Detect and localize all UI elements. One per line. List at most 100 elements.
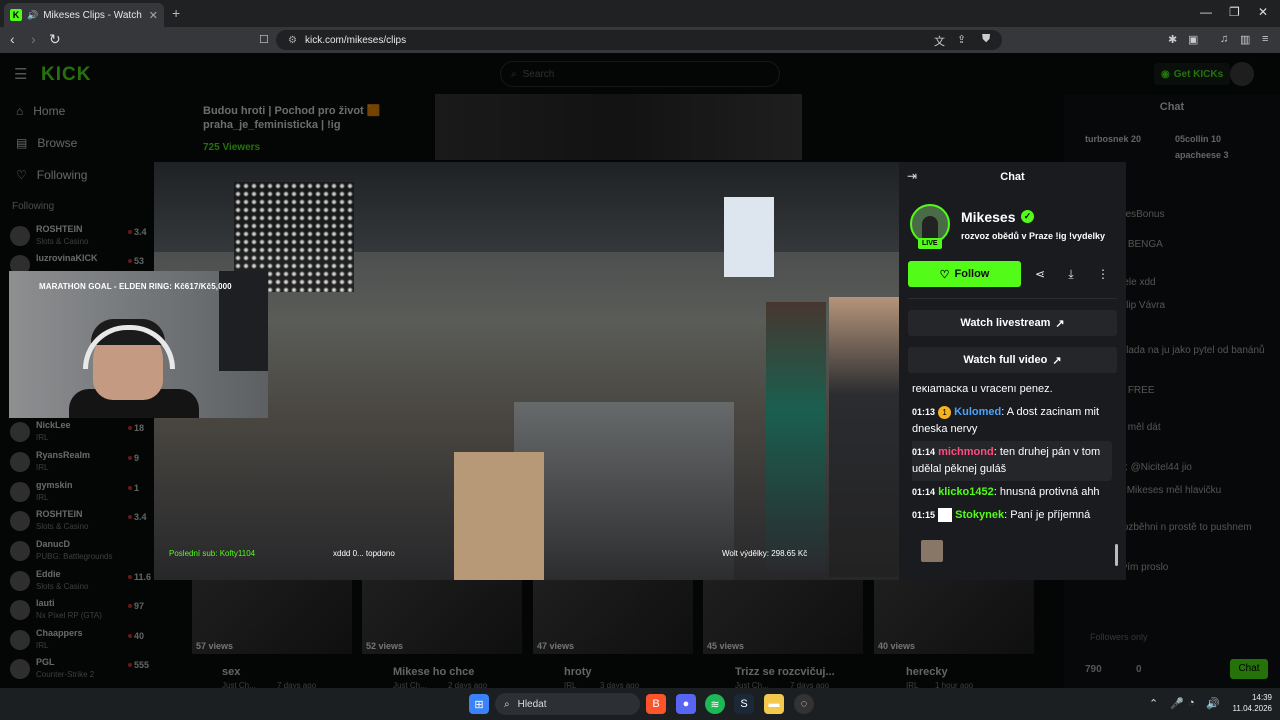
steam-icon[interactable]: S [734,694,754,714]
viewer-count: 3.4 [134,227,147,237]
share-icon[interactable]: ⇪ [957,33,966,46]
following-channel[interactable]: NickLee IRL 18 [10,419,160,447]
app-icon[interactable]: ◌ [794,694,814,714]
follow-button[interactable]: ♡ Follow [908,261,1021,287]
watch-livestream-button[interactable]: Watch livestream ↗ [908,310,1117,336]
mic-icon[interactable]: 🎤 [1170,697,1184,710]
new-tab-icon[interactable]: + [172,5,180,21]
channel-description: rozvoz obědů v Praze !ig !vydelky [961,231,1106,241]
download-button[interactable]: ⤓ [1058,261,1084,287]
bookmark-icon[interactable]: ☐ [259,33,269,46]
media-icon[interactable]: ♫ [1220,33,1228,45]
message-user[interactable]: michmond [938,446,994,458]
sidebar-item-label: Home [33,104,66,118]
channel-name: ROSHTEIN [36,224,83,234]
message-text: : Paní je příjemná [1004,509,1091,521]
following-channel[interactable]: ROSHTEIN Slots & Casino 3.4 [10,508,160,536]
clip-title[interactable]: Mikese ho chce [393,666,474,678]
get-kicks-button[interactable]: ◉ Get KICKs [1154,63,1231,85]
sidebar-item-browse[interactable]: ▤ Browse [0,127,190,159]
discord-icon[interactable]: ● [676,694,696,714]
bg-chat-points: 790 [1085,664,1102,675]
clip-title[interactable]: sex [222,666,240,678]
watch-full-video-label: Watch full video [963,354,1048,366]
clip-title[interactable]: herecky [906,666,948,678]
user-avatar[interactable] [1230,62,1254,86]
menu-icon[interactable]: ≡ [1262,33,1268,45]
topdono-text: xddd 0... topdono [333,549,395,558]
taskbar-clock[interactable]: 14:39 11.04.2026 [1226,692,1272,714]
volume-icon[interactable]: 🔊 [1206,697,1220,710]
chat-scrollbar[interactable] [1115,544,1118,566]
featured-stream-card[interactable]: Budou hroti | Pochod pro život 🟧 praha_j… [190,94,802,160]
minimize-icon[interactable]: — [1200,5,1212,19]
brave-icon[interactable]: B [646,694,666,714]
following-channel[interactable]: gymskin IRL 1 [10,479,160,507]
more-button[interactable]: ⋮ [1090,261,1116,287]
channel-category: Slots & Casino [36,522,89,531]
following-channel[interactable]: lauti Nx Pixel RP (GTA) 97 [10,597,160,625]
back-icon[interactable]: ‹ [10,31,15,47]
avatar [10,541,30,561]
clip-thumbnail[interactable]: 47 views [533,580,693,654]
following-channel[interactable]: Eddie Slots & Casino 11.6 [10,568,160,596]
home-icon: ⌂ [16,104,24,118]
clip-views: 47 views [537,641,575,651]
reload-icon[interactable]: ↻ [49,31,61,48]
chat-message: 01:14 klicko1452: hnusná protivná ahh [912,481,1112,504]
search-input[interactable]: ⌕ Search [500,61,780,87]
share-button[interactable]: ⋖ [1027,261,1053,287]
message-user[interactable]: klicko1452 [938,486,994,498]
sidebar-icon[interactable]: ▥ [1240,33,1250,46]
spotify-icon[interactable]: ≋ [705,694,725,714]
browser-tab[interactable]: K 🔊 Mikeses Clips - Watch Live on ✕ [4,3,164,27]
live-dot-icon [128,456,132,460]
following-channel[interactable]: Chaappers IRL 40 [10,627,160,655]
message-user[interactable]: Stokynek [955,509,1004,521]
forward-icon[interactable]: › [31,31,36,47]
browse-icon: ▤ [16,136,28,150]
bg-chat-input[interactable]: Followers only [1090,630,1280,645]
url-field[interactable]: ⚙ kick.com/mikeses/clips [276,30,1002,50]
following-channel[interactable]: PGL Counter-Strike 2 555 [10,656,160,684]
translate-icon[interactable]: 文 [934,33,945,49]
close-window-icon[interactable]: ✕ [1258,5,1268,19]
clip-thumbnail[interactable]: 45 views [703,580,863,654]
taskbar-search[interactable]: ⌕ Hledat [495,693,640,715]
channel-category: IRL [36,433,49,442]
close-tab-icon[interactable]: ✕ [149,9,158,22]
hamburger-icon[interactable]: ☰ [14,65,27,83]
clip-chat-panel: ⇥ Chat LIVE Mikeses ✓ rozvoz obědů v Pra… [899,162,1126,580]
avatar [10,511,30,531]
clip-thumbnail[interactable]: 52 views [362,580,522,654]
channel-name: ROSHTEIN [36,509,83,519]
video-scene-sign [724,197,774,277]
kick-logo[interactable]: KICK [41,64,91,86]
kicks-icon: ◉ [1161,68,1170,80]
watch-full-video-button[interactable]: Watch full video ↗ [908,347,1117,373]
site-info-icon[interactable]: ⚙ [288,35,297,46]
clip-title[interactable]: hroty [564,666,592,678]
kick-favicon-icon: K [10,9,22,21]
brave-shield-icon[interactable]: ⛊ [982,33,990,46]
clip-thumbnail[interactable]: 57 views [192,580,352,654]
viewer-count: 11.6 [134,572,152,582]
stream-viewers: 725 Viewers [203,142,261,153]
maximize-icon[interactable]: ❐ [1229,5,1240,19]
sidebar-item-home[interactable]: ⌂ Home [0,95,190,127]
wallet-icon[interactable]: ▣ [1188,33,1198,46]
file-explorer-icon[interactable]: ▬ [764,694,784,714]
message-time: 01:14 [912,487,936,497]
bg-chat-send-button[interactable]: Chat [1230,659,1268,679]
message-user[interactable]: Kulomed [954,406,1001,418]
following-channel[interactable]: ROSHTEIN Slots & Casino 3.4 [10,223,160,251]
extensions-icon[interactable]: ✱ [1168,33,1177,46]
clip-title[interactable]: Trizz se rozcvičuj... [735,666,835,678]
windows-start-icon[interactable]: ⊞ [469,694,489,714]
channel-name[interactable]: Mikeses [961,209,1015,225]
clip-thumbnail[interactable]: 40 views [874,580,1034,654]
tray-chevron-icon[interactable]: ⌃ [1149,697,1158,710]
wifi-icon[interactable]: ◔ [1188,697,1195,709]
following-channel[interactable]: DanucD PUBG: Battlegrounds [10,538,160,566]
following-channel[interactable]: RyansRealm IRL 9 [10,449,160,477]
